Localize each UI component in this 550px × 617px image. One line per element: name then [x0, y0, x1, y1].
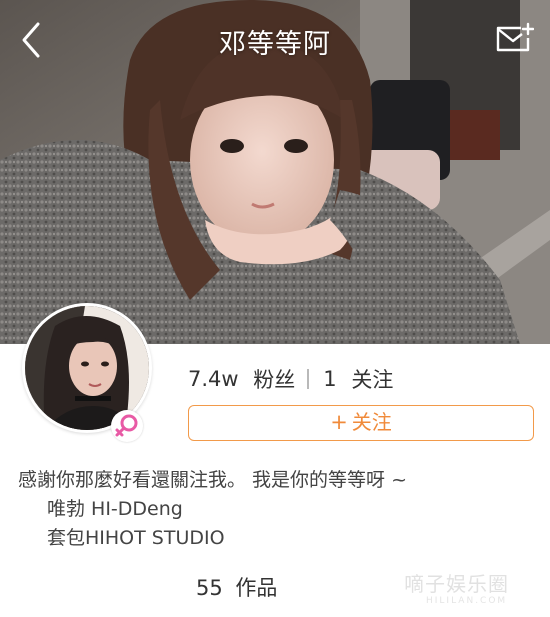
bio-line-2: 唯勃 HI-DDeng: [47, 498, 183, 520]
following-stat[interactable]: 1 关注: [323, 364, 393, 394]
followers-stat[interactable]: 7.4w 粉丝: [188, 364, 295, 394]
profile-stats: 7.4w 粉丝 1 关注: [188, 364, 393, 394]
watermark: 嘀子娱乐圈 HILILAN.COM: [404, 560, 546, 614]
top-bar: 邓等等阿: [0, 0, 550, 78]
watermark-subtext: HILILAN.COM: [426, 596, 508, 606]
cover-photo: 邓等等阿: [0, 0, 550, 344]
follow-button[interactable]: + 关注: [188, 405, 534, 441]
works-count-number: 55: [196, 576, 223, 600]
following-label: 关注: [351, 368, 394, 392]
followers-label: 粉丝: [253, 368, 296, 392]
works-count-label: 作品: [235, 576, 278, 600]
avatar-container: [22, 303, 152, 443]
follow-button-label: 关注: [351, 410, 392, 434]
followers-count: 7.4w: [188, 367, 239, 391]
works-count[interactable]: 55 作品: [196, 572, 277, 602]
gender-badge: [111, 410, 143, 442]
stats-divider: [307, 369, 310, 389]
message-button[interactable]: [494, 22, 534, 56]
watermark-text: 嘀子娱乐圈: [404, 572, 509, 596]
profile-page: 邓等等阿 7.4w 粉丝 1 关注 + 关注 感謝你那麼好看還關注我。 我是你的…: [0, 0, 550, 617]
page-title: 邓等等阿: [219, 29, 331, 60]
bio-line-1: 感謝你那麼好看還關注我。 我是你的等等呀 ~: [18, 469, 408, 491]
bio-line-3: 套包HIHOT STUDIO: [47, 527, 225, 549]
profile-bio: 感謝你那麼好看還關注我。 我是你的等等呀 ~ 唯勃 HI-DDeng 套包HIH…: [18, 466, 538, 553]
following-count: 1: [323, 367, 337, 391]
female-symbol-icon: [115, 414, 138, 437]
mail-plus-icon: [496, 22, 534, 52]
plus-icon: +: [330, 410, 348, 434]
